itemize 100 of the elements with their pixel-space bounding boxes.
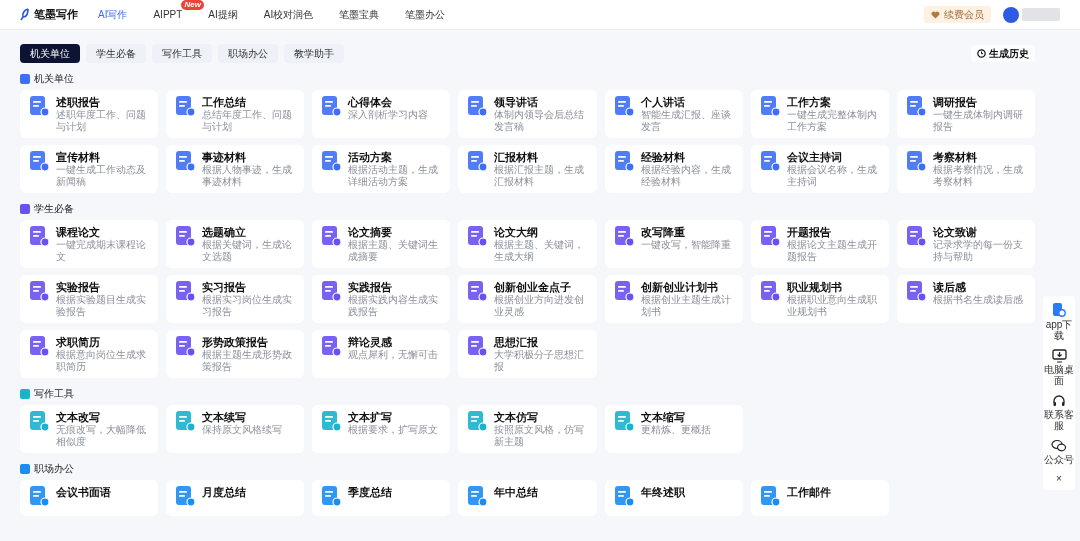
- card-title: 论文致谢: [932, 225, 978, 239]
- tool-card[interactable]: 季度总结: [312, 480, 451, 516]
- tool-card[interactable]: 文本续写 保持原文风格续写: [166, 405, 305, 453]
- category-tab[interactable]: 职场办公: [218, 44, 278, 63]
- tool-card[interactable]: 汇报材料 根据汇报主题，生成汇报材料: [458, 145, 597, 193]
- tool-card[interactable]: 选题确立 根据关键词，生成论文选题: [166, 220, 305, 268]
- tool-card[interactable]: 论文大纲 根据主题、关键词，生成大纲: [458, 220, 597, 268]
- card-description: 根据关键词，生成论文选题: [202, 239, 294, 263]
- document-icon: [758, 150, 781, 172]
- tool-card[interactable]: 调研报告 一键生成体制内调研报告: [896, 90, 1035, 138]
- document-icon: [612, 150, 635, 172]
- document-icon: [466, 280, 489, 302]
- tool-card[interactable]: 活动方案 根据活动主题，生成详细活动方案: [312, 145, 451, 193]
- tool-card[interactable]: 月度总结: [166, 480, 305, 516]
- tool-card[interactable]: 工作邮件: [750, 480, 889, 516]
- card-description: 深入剖析学习内容: [348, 109, 429, 121]
- card-title: 会议主持词: [786, 150, 843, 164]
- tool-card[interactable]: 领导讲话 体制内领导会后总结发言稿: [458, 90, 597, 138]
- document-icon: [174, 335, 197, 357]
- history-button[interactable]: 生成历史: [971, 45, 1035, 62]
- card-title: 领导讲话: [494, 95, 540, 109]
- side-panel-button[interactable]: 联系客服: [1043, 394, 1075, 431]
- document-icon: [320, 225, 343, 247]
- blurred-username: [1022, 8, 1060, 21]
- nav-link[interactable]: 笔墨宝典: [339, 7, 380, 22]
- heart-icon: [931, 10, 940, 19]
- tool-card[interactable]: 会议主持词 根据会议名称，生成主持词: [750, 145, 889, 193]
- document-icon: [612, 485, 635, 507]
- category-tab[interactable]: 机关单位: [20, 44, 80, 63]
- nav-link[interactable]: AI写作: [98, 7, 128, 22]
- monitor-icon: [1051, 349, 1067, 363]
- section-title: 职场办公: [34, 462, 74, 476]
- document-icon: [904, 150, 927, 172]
- tool-card[interactable]: 课程论文 一键完成期末课程论文: [20, 220, 159, 268]
- tool-card[interactable]: 文本扩写 根据要求，扩写原文: [312, 405, 451, 453]
- tool-card[interactable]: 实践报告 根据实践内容生成实践报告: [312, 275, 451, 323]
- tool-card[interactable]: 工作方案 一键生成完整体制内工作方案: [750, 90, 889, 138]
- tool-card[interactable]: 工作总结 总结年度工作、问题与计划: [166, 90, 305, 138]
- card-title: 调研报告: [932, 95, 978, 109]
- tool-card[interactable]: 心得体会 深入剖析学习内容: [312, 90, 451, 138]
- nav-link[interactable]: AIPPT: [153, 7, 183, 22]
- tool-card[interactable]: 改写降重 一键改写，智能降重: [604, 220, 743, 268]
- card-description: 观点犀利，无懈可击: [348, 349, 439, 361]
- side-panel-button[interactable]: 电脑桌面: [1043, 349, 1075, 386]
- card-description: 根据实习岗位生成实习报告: [202, 294, 294, 318]
- tool-card[interactable]: 文本缩写 更精炼、更概括: [604, 405, 743, 453]
- card-description: 总结年度工作、问题与计划: [202, 109, 294, 133]
- tool-card[interactable]: 事迹材料 根据人物事迹，生成事迹材料: [166, 145, 305, 193]
- card-description: 根据要求，扩写原文: [348, 424, 439, 436]
- document-icon: [612, 225, 635, 247]
- tool-card[interactable]: 论文摘要 根据主题、关键词生成摘要: [312, 220, 451, 268]
- nav-link[interactable]: AI校对润色: [263, 7, 314, 22]
- document-icon: [758, 280, 781, 302]
- tool-card[interactable]: 辩论灵感 观点犀利，无懈可击: [312, 330, 451, 378]
- tool-card[interactable]: 论文致谢 记录求学的每一份支持与帮助: [896, 220, 1035, 268]
- card-description: 体制内领导会后总结发言稿: [494, 109, 586, 133]
- document-icon: [174, 485, 197, 507]
- document-icon: [28, 410, 50, 432]
- category-tab[interactable]: 教学助手: [284, 44, 344, 63]
- side-panel-button[interactable]: 公众号: [1044, 439, 1074, 465]
- card-description: 无痕改写，大幅降低相似度: [56, 424, 147, 448]
- tool-card[interactable]: 文本改写 无痕改写，大幅降低相似度: [20, 405, 159, 453]
- logo-text: 笔墨写作: [34, 7, 78, 23]
- card-title: 读后感: [932, 280, 967, 294]
- tool-card[interactable]: 开题报告 根据论文主题生成开题报告: [750, 220, 889, 268]
- category-tab[interactable]: 学生必备: [86, 44, 146, 63]
- tool-card[interactable]: 个人讲话 智能生成汇报、座谈发言: [604, 90, 743, 138]
- card-title: 经验材料: [640, 150, 686, 164]
- close-button[interactable]: ×: [1056, 473, 1062, 484]
- document-icon: [904, 280, 927, 302]
- tool-card[interactable]: 经验材料 根据经验内容，生成经验材料: [604, 145, 743, 193]
- tool-card[interactable]: 创新创业金点子 根据创业方向进发创业灵感: [458, 275, 597, 323]
- card-title: 实习报告: [202, 280, 248, 294]
- card-title: 改写降重: [640, 225, 686, 239]
- tool-card[interactable]: 年中总结: [458, 480, 597, 516]
- member-button[interactable]: 续费会员: [924, 6, 991, 23]
- tool-card[interactable]: 职业规划书 根据职业意向生成职业规划书: [750, 275, 889, 323]
- tool-card[interactable]: 会议书面语: [20, 480, 159, 516]
- nav-link[interactable]: AI提纲: [208, 7, 238, 22]
- category-tab[interactable]: 写作工具: [152, 44, 212, 63]
- tool-card[interactable]: 思想汇报 大学积极分子思想汇报: [458, 330, 597, 378]
- document-icon: [612, 95, 635, 117]
- tool-card[interactable]: 读后感 根据书名生成读后感: [896, 275, 1035, 323]
- document-icon: [320, 95, 343, 117]
- tool-card[interactable]: 创新创业计划书 根据创业主题生成计划书: [604, 275, 743, 323]
- avatar[interactable]: [1003, 6, 1019, 23]
- tool-card[interactable]: 文本仿写 按照原文风格，仿写新主题: [458, 405, 597, 453]
- nav-link[interactable]: 笔墨办公: [405, 7, 446, 22]
- tool-card[interactable]: 年终述职: [604, 480, 743, 516]
- tool-card[interactable]: 考察材料 根据考察情况，生成考察材料: [896, 145, 1035, 193]
- tool-card[interactable]: 求职简历 根据意向岗位生成求职简历: [20, 330, 159, 378]
- tool-card[interactable]: 述职报告 述职年度工作、问题与计划: [20, 90, 159, 138]
- tool-card[interactable]: 实验报告 根据实验题目生成实验报告: [20, 275, 159, 323]
- side-panel-button[interactable]: app下载: [1043, 302, 1075, 341]
- card-description: 根据创业方向进发创业灵感: [494, 294, 586, 318]
- tool-card[interactable]: 形势政策报告 根据主题生成形势政策报告: [166, 330, 305, 378]
- tool-card[interactable]: 宣传材料 一键生成工作动态及新闻稿: [20, 145, 159, 193]
- card-title: 个人讲话: [640, 95, 686, 109]
- document-icon: [28, 280, 50, 302]
- tool-card[interactable]: 实习报告 根据实习岗位生成实习报告: [166, 275, 305, 323]
